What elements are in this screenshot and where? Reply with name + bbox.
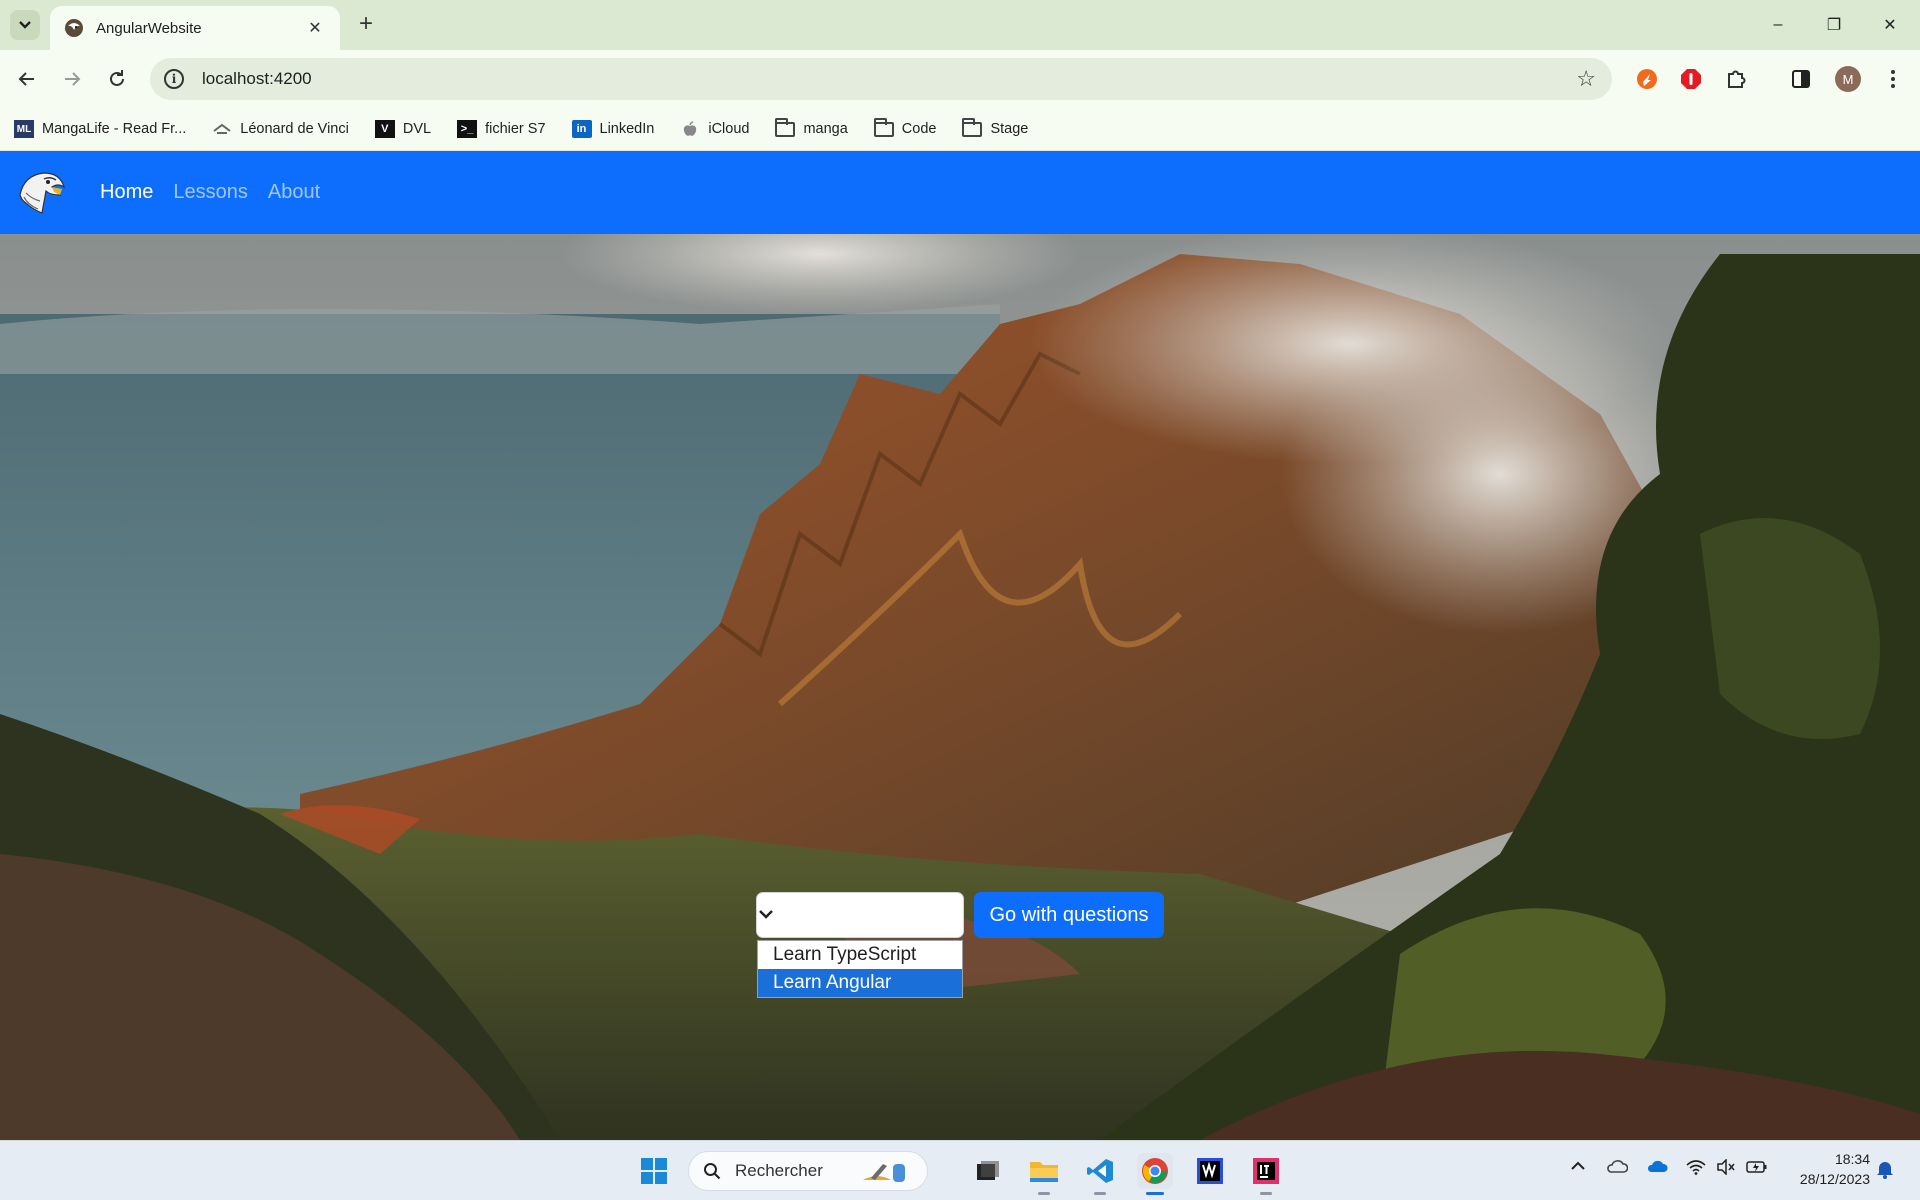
search-icon (704, 1163, 721, 1180)
apple-icon (680, 120, 700, 138)
minimize-icon[interactable]: – (1750, 0, 1806, 50)
bookmark-fichier-s7[interactable]: >_ fichier S7 (457, 120, 546, 138)
extension-orange-icon[interactable] (1634, 66, 1660, 92)
option-learn-typescript[interactable]: Learn TypeScript (758, 941, 962, 969)
url-text: localhost:4200 (202, 69, 312, 88)
eagle-favicon-icon (65, 19, 83, 37)
site-info-icon[interactable]: i (164, 69, 184, 89)
app-navbar: Home Lessons About (0, 151, 1920, 234)
clock-date: 28/12/2023 (1799, 1171, 1870, 1187)
restore-icon[interactable]: ❐ (1806, 0, 1862, 50)
tab-close-icon[interactable]: ✕ (304, 18, 326, 38)
vscode-icon[interactable] (1082, 1153, 1118, 1189)
bookmark-folder-stage[interactable]: Stage (962, 117, 1028, 138)
extensions-puzzle-icon[interactable] (1723, 66, 1749, 92)
browser-tab[interactable]: AngularWebsite ✕ (50, 6, 340, 50)
notification-bell-icon[interactable] (1876, 1159, 1894, 1184)
windows-taskbar: Rechercher 18:34 28/12/2023 (0, 1140, 1920, 1200)
bookmark-star-icon[interactable]: ☆ (1576, 66, 1596, 92)
tab-search-chevron-icon[interactable] (10, 10, 40, 40)
task-view-icon[interactable] (970, 1153, 1006, 1189)
hero-background: Go with questions Learn TypeScript Learn… (0, 234, 1920, 1140)
forward-icon[interactable] (57, 64, 87, 94)
nav-about-link[interactable]: About (268, 181, 320, 204)
window-close-icon[interactable]: ✕ (1862, 0, 1918, 50)
taskbar-search-box[interactable]: Rechercher (688, 1151, 928, 1191)
eagle-logo[interactable] (14, 165, 70, 221)
nav-home-link[interactable]: Home (100, 181, 153, 204)
onedrive-blue-icon[interactable] (1646, 1159, 1668, 1178)
folder-icon (962, 117, 983, 138)
reload-icon[interactable] (102, 64, 132, 94)
search-placeholder: Rechercher (735, 1161, 823, 1180)
wifi-icon[interactable] (1686, 1159, 1706, 1180)
bookmark-folder-manga[interactable]: manga (775, 117, 848, 138)
lesson-select[interactable] (756, 892, 964, 938)
search-highlight-icon (863, 1164, 905, 1182)
bookmarks-bar: ML MangaLife - Read Fr... Léonard de Vin… (0, 108, 1920, 151)
browser-toolbar: i localhost:4200 ☆ (0, 50, 1920, 108)
folder-icon (873, 117, 894, 138)
linkedin-icon: in (571, 120, 592, 138)
onedrive-gray-icon[interactable] (1606, 1159, 1629, 1178)
folder-icon (775, 117, 796, 138)
chrome-icon[interactable] (1137, 1153, 1173, 1189)
bookmark-devinci[interactable]: Léonard de Vinci (212, 120, 349, 138)
tray-overflow-icon[interactable] (1570, 1159, 1586, 1177)
option-learn-angular[interactable]: Learn Angular (758, 969, 962, 997)
intellij-icon[interactable] (1248, 1153, 1284, 1189)
side-panel-icon[interactable] (1788, 66, 1814, 92)
system-clock[interactable]: 18:34 28/12/2023 (1780, 1149, 1870, 1189)
chevron-down-icon (759, 910, 773, 919)
volume-muted-icon[interactable] (1716, 1158, 1736, 1180)
windows-start-icon[interactable] (636, 1153, 672, 1189)
bookmark-icloud[interactable]: iCloud (680, 120, 749, 138)
mangalife-icon: ML (14, 120, 34, 138)
nav-lessons-link[interactable]: Lessons (173, 181, 248, 204)
browser-menu-icon[interactable] (1880, 66, 1906, 92)
bookmark-folder-code[interactable]: Code (873, 117, 936, 138)
webstorm-icon[interactable] (1192, 1153, 1228, 1189)
tab-title: AngularWebsite (96, 19, 202, 37)
bookmark-linkedin[interactable]: in LinkedIn (571, 120, 654, 138)
extension-adblock-icon[interactable] (1678, 66, 1704, 92)
lesson-dropdown-list: Learn TypeScript Learn Angular (757, 940, 963, 998)
bookmark-dvl[interactable]: V DVL (374, 120, 431, 138)
terminal-icon: >_ (457, 120, 478, 138)
address-bar[interactable]: i localhost:4200 ☆ (150, 58, 1612, 100)
clock-time: 18:34 (1834, 1151, 1870, 1167)
profile-avatar[interactable]: M (1835, 66, 1861, 92)
battery-charging-icon[interactable] (1746, 1159, 1768, 1180)
devinci-icon (212, 120, 232, 138)
bookmark-mangalife[interactable]: ML MangaLife - Read Fr... (14, 120, 186, 138)
go-with-questions-button[interactable]: Go with questions (974, 892, 1164, 938)
browser-tab-strip: AngularWebsite ✕ + – ❐ ✕ (0, 0, 1920, 50)
landscape-image (0, 234, 1920, 1140)
new-tab-button[interactable]: + (352, 11, 380, 39)
file-explorer-icon[interactable] (1026, 1153, 1062, 1189)
back-icon[interactable] (12, 64, 42, 94)
dvl-icon: V (374, 120, 395, 138)
